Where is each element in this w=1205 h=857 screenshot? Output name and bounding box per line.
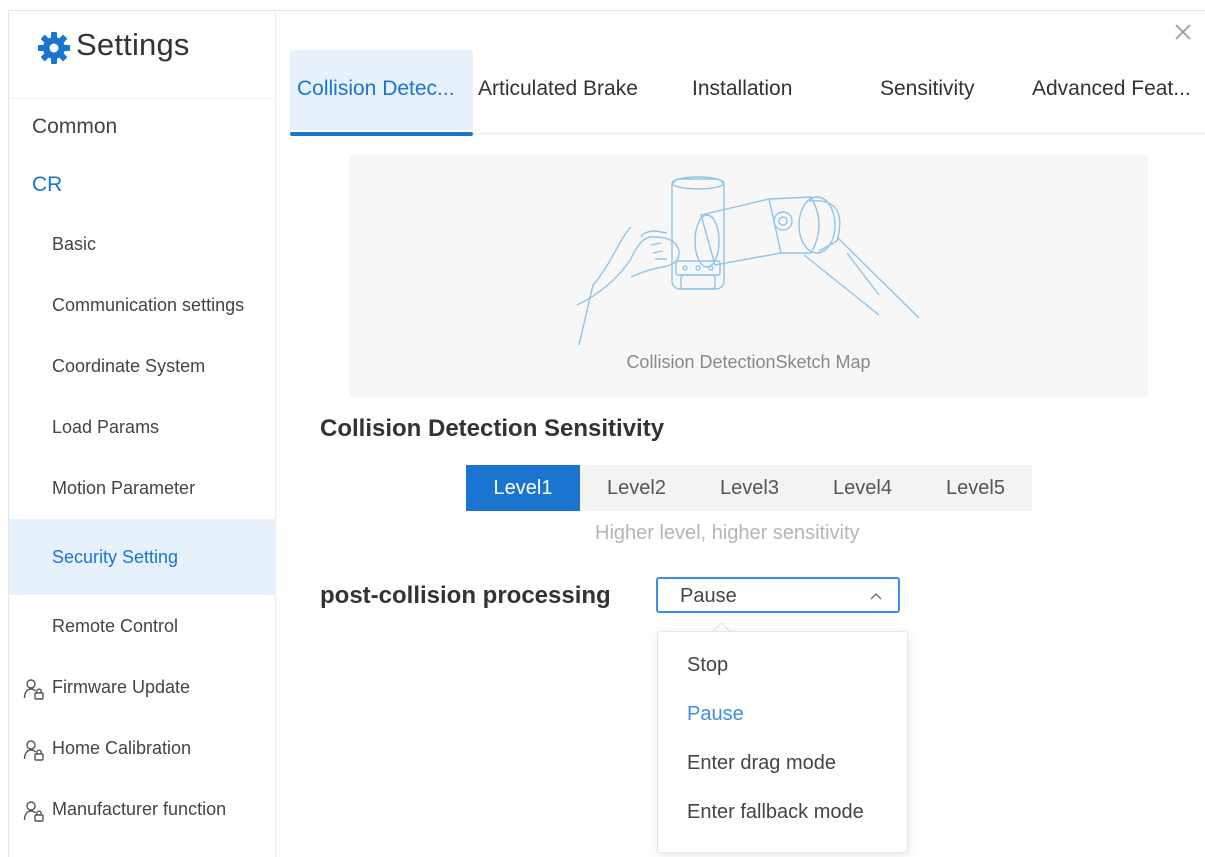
sidebar-item-motion-parameter[interactable]: Motion Parameter	[9, 478, 275, 518]
sidebar-item-remote-control[interactable]: Remote Control	[9, 616, 275, 656]
sidebar-item-label: Motion Parameter	[52, 478, 196, 498]
sidebar-item-label: Remote Control	[52, 616, 179, 636]
sensitivity-level-selector: Level1 Level2 Level3 Level4 Level5	[466, 465, 1032, 511]
tab-bar: Collision Detec... Articulated Brake Ins…	[290, 50, 1205, 140]
active-tab-indicator	[290, 132, 473, 136]
tab-advanced-features[interactable]: Advanced Feat...	[1032, 77, 1191, 101]
sidebar-item-label: Home Calibration	[52, 738, 192, 758]
gear-icon	[38, 32, 70, 64]
sidebar-item-common[interactable]: Common	[9, 115, 275, 155]
user-lock-icon	[23, 740, 44, 761]
level-3-button[interactable]: Level3	[693, 465, 806, 511]
close-icon[interactable]	[1173, 22, 1193, 42]
select-value: Pause	[680, 585, 737, 607]
tab-installation[interactable]: Installation	[692, 77, 792, 101]
sidebar-item-label: Security Setting	[52, 547, 179, 567]
option-stop[interactable]: Stop	[687, 654, 728, 677]
user-lock-icon	[23, 801, 44, 822]
sidebar-item-label: Communication settings	[52, 295, 245, 315]
option-pause[interactable]: Pause	[687, 703, 744, 726]
sensitivity-title: Collision Detection Sensitivity	[320, 415, 665, 442]
sidebar-item-label: Common	[32, 115, 118, 138]
sidebar: Settings Common CR Basic Communication s…	[9, 11, 276, 857]
sidebar-item-manufacturer-function[interactable]: Manufacturer function	[9, 799, 275, 839]
sidebar-item-label: CR	[32, 173, 63, 196]
post-collision-dropdown: Stop Pause Enter drag mode Enter fallbac…	[657, 631, 908, 853]
sidebar-item-home-calibration[interactable]: Home Calibration	[9, 738, 275, 778]
sketch-caption: Collision DetectionSketch Map	[626, 352, 871, 372]
sidebar-item-firmware-update[interactable]: Firmware Update	[9, 677, 275, 717]
sidebar-item-cr[interactable]: CR	[9, 173, 275, 213]
app-title: Settings	[76, 27, 190, 62]
option-enter-drag-mode[interactable]: Enter drag mode	[687, 752, 836, 775]
sidebar-item-communication-settings[interactable]: Communication settings	[9, 295, 275, 335]
tab-bar-divider	[473, 133, 1205, 134]
sidebar-item-coordinate-system[interactable]: Coordinate System	[9, 356, 275, 396]
sidebar-item-security-setting[interactable]: Security Setting	[9, 547, 275, 587]
level-4-button[interactable]: Level4	[806, 465, 919, 511]
post-collision-select[interactable]: Pause	[656, 577, 900, 613]
sensitivity-hint: Higher level, higher sensitivity	[595, 522, 860, 544]
tab-collision-detection[interactable]: Collision Detec...	[297, 77, 455, 101]
sidebar-item-label: Firmware Update	[52, 677, 191, 697]
sidebar-item-basic[interactable]: Basic	[9, 234, 275, 274]
tab-articulated-brake[interactable]: Articulated Brake	[478, 77, 638, 101]
tab-sensitivity[interactable]: Sensitivity	[880, 77, 975, 101]
post-collision-label: post-collision processing	[320, 582, 611, 609]
sidebar-item-label: Coordinate System	[52, 356, 206, 376]
sidebar-item-load-params[interactable]: Load Params	[9, 417, 275, 457]
sidebar-item-label: Load Params	[52, 417, 160, 437]
chevron-up-icon	[870, 592, 882, 600]
user-lock-icon	[23, 679, 44, 700]
option-enter-fallback-mode[interactable]: Enter fallback mode	[687, 801, 864, 824]
level-2-button[interactable]: Level2	[580, 465, 693, 511]
collision-sketch-panel: Collision DetectionSketch Map	[349, 155, 1148, 397]
sidebar-header: Settings	[9, 11, 275, 99]
level-5-button[interactable]: Level5	[919, 465, 1032, 511]
sidebar-item-label: Manufacturer function	[52, 799, 227, 819]
sidebar-item-label: Basic	[52, 234, 97, 254]
level-1-button[interactable]: Level1	[466, 465, 580, 511]
